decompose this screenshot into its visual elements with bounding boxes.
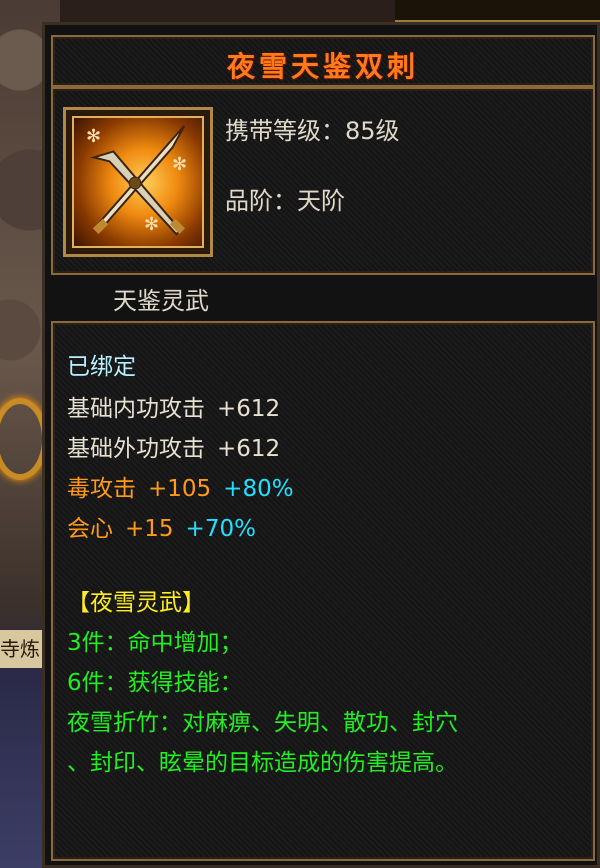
poison-attack-stat: 毒攻击 +105 +80% [67,469,294,503]
crit-label: 会心 [67,516,113,542]
snowflake-icon: ✻ [172,154,188,175]
inner-attack-value: +612 [217,396,281,422]
set-skill-line-1: 夜雪折竹：对麻痹、失明、散功、封穴 [67,710,458,736]
outer-attack-value: +612 [217,436,281,462]
outer-attack-label: 基础外功攻击 [67,436,205,462]
carry-level-row: 携带等级：85级 [225,111,400,146]
poison-attack-label: 毒攻击 [67,476,136,502]
background-side-label: 寺炼 [0,630,48,668]
item-info-panel: ✻ ✻ ✻ 携带等级：85级 品阶：天阶 [51,87,595,275]
crit-bonus: +70% [185,516,256,542]
crit-value: +15 [125,516,174,542]
title-panel: 夜雪天鉴双刺 [51,35,595,87]
outer-attack-stat: 基础外功攻击 +612 [67,429,280,463]
crit-stat: 会心 +15 +70% [67,509,256,543]
item-category: 天鉴灵武 [113,287,209,315]
snowflake-icon: ✻ [86,126,102,147]
item-name: 夜雪天鉴双刺 [226,50,419,83]
set-skill-line-2: 、封印、眩晕的目标造成的伤害提高。 [67,750,458,776]
poison-attack-value: +105 [148,476,212,502]
stats-panel: 已绑定 基础内功攻击 +612 基础外功攻击 +612 毒攻击 +105 +80% 会心… [51,321,595,861]
set-bonus-6: 6件：获得技能： [67,670,243,696]
dual-daggers-icon: ✻ ✻ ✻ [72,116,204,248]
inner-attack-stat: 基础内功攻击 +612 [67,389,280,423]
bound-status: 已绑定 [67,354,136,380]
grade-value: 天阶 [297,187,345,215]
item-tooltip: 夜雪天鉴双刺 ✻ ✻ ✻ 携带等级：85级 品阶：天阶 天鉴灵武 已绑定 基础内… [42,22,600,868]
carry-level-value: 85级 [345,117,400,145]
grade-row: 品阶：天阶 [225,181,345,216]
category-row: 天鉴灵武 [51,275,595,319]
snowflake-icon: ✻ [144,214,160,235]
set-name: 【夜雪灵武】 [67,590,205,616]
carry-level-label: 携带等级： [225,117,345,145]
grade-label: 品阶： [225,187,297,215]
set-bonus-3: 3件：命中增加； [67,630,243,656]
poison-attack-bonus: +80% [223,476,294,502]
inner-attack-label: 基础内功攻击 [67,396,205,422]
background-top-strip [395,0,600,23]
item-icon-frame: ✻ ✻ ✻ [63,107,213,257]
